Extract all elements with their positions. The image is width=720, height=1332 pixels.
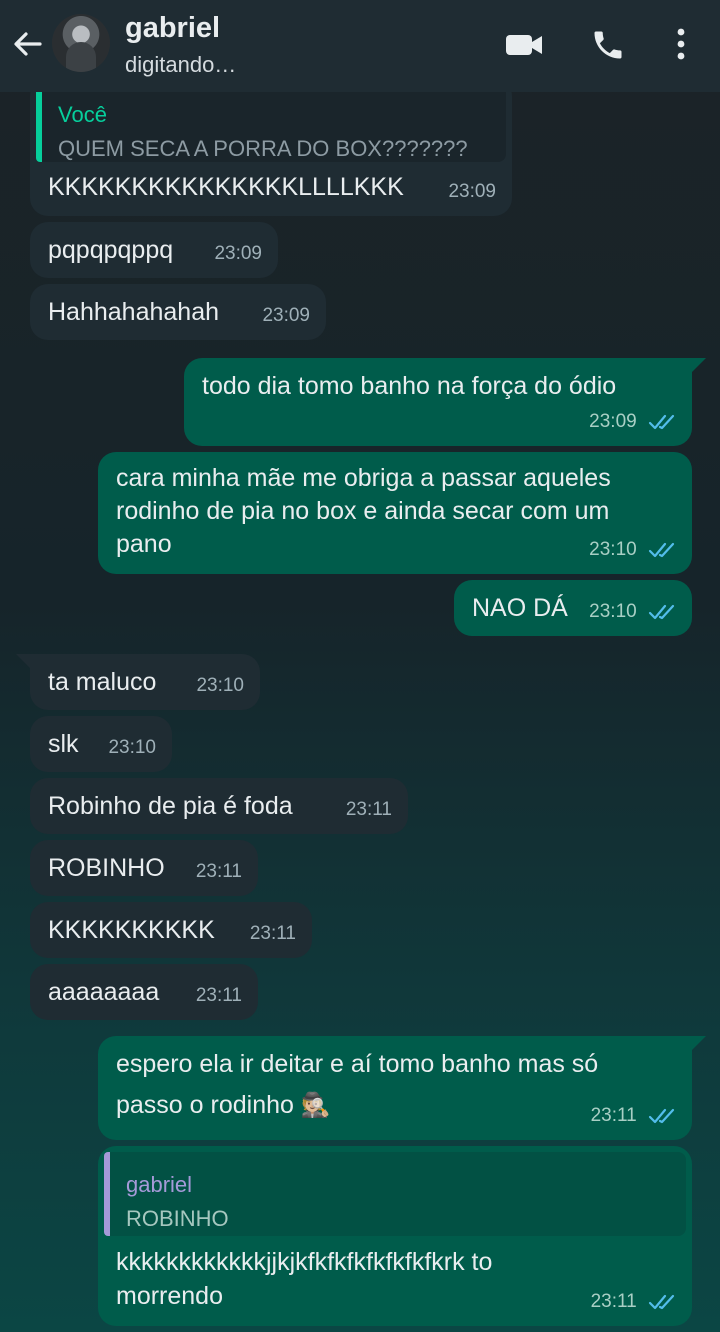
message-bubble-incoming[interactable]: Robinho de pia é foda 23:11 (30, 778, 408, 834)
message-line: rodinho de pia no box e ainda secar com … (116, 497, 610, 525)
message-text: Hahhahahahah (48, 298, 219, 326)
message-bubble-incoming[interactable]: pqpqpqppq 23:09 (30, 222, 278, 278)
message-text: aaaaaaaa (48, 978, 160, 1006)
message-meta: 23:10 (589, 595, 678, 628)
message-time: 23:10 (196, 675, 244, 696)
bubble-tail (692, 358, 706, 372)
message-bubble-outgoing[interactable]: espero ela ir deitar e aí tomo banho mas… (98, 1036, 692, 1140)
message-line: cara minha mãe me obriga a passar aquele… (116, 464, 611, 492)
message-bubble-outgoing[interactable]: gabriel ROBINHO kkkkkkkkkkkkjjkjkfkfkfkf… (98, 1146, 692, 1326)
read-receipt-icon (648, 1294, 675, 1310)
more-options-icon[interactable] (670, 26, 692, 62)
read-receipt-icon (648, 414, 675, 430)
message-meta: 23:09 (589, 405, 678, 438)
quote-bar (104, 1152, 110, 1236)
message-time: 23:11 (249, 923, 296, 944)
message-time: 23:09 (448, 181, 496, 202)
message-bubble-incoming[interactable]: Hahhahahahah 23:09 (30, 284, 326, 340)
message-text: Robinho de pia é foda (48, 792, 293, 820)
message-meta: 23:11 (591, 1285, 678, 1318)
message-time: 23:11 (195, 861, 242, 882)
quote-bar (36, 84, 42, 162)
read-receipt-icon (648, 542, 675, 558)
bubble-tail (692, 1036, 706, 1050)
phone-call-icon[interactable] (590, 27, 626, 63)
message-bubble-incoming[interactable]: aaaaaaaa 23:11 (30, 964, 258, 1020)
message-time: 23:11 (345, 799, 392, 820)
message-bubble-incoming[interactable]: Você QUEM SECA A PORRA DO BOX??????? KKK… (30, 78, 512, 216)
bubble-tail (16, 654, 30, 668)
message-time: 23:09 (214, 243, 262, 264)
message-text: todo dia tomo banho na força do ódio (202, 372, 617, 400)
message-bubble-outgoing[interactable]: NAO DÁ 23:10 (454, 580, 692, 636)
message-bubble-outgoing[interactable]: todo dia tomo banho na força do ódio 23:… (184, 358, 692, 446)
message-text: pqpqpqppq (48, 236, 174, 264)
message-text: slk (48, 730, 79, 758)
back-arrow-icon[interactable] (10, 26, 46, 62)
quoted-message[interactable]: gabriel ROBINHO (104, 1152, 686, 1236)
chat-header: gabriel digitando… (0, 0, 720, 92)
message-time: 23:11 (590, 1105, 637, 1126)
message-bubble-incoming[interactable]: slk 23:10 (30, 716, 172, 772)
quote-text: ROBINHO (126, 1206, 229, 1231)
read-receipt-icon (648, 1108, 675, 1124)
message-line-text: passo o rodinho (116, 1091, 294, 1119)
message-time: 23:11 (590, 1291, 637, 1312)
message-line: morrendo (116, 1282, 223, 1310)
message-time: 23:11 (195, 985, 242, 1006)
message-text: KKKKKKKKKK (48, 916, 215, 944)
message-time: 23:09 (589, 411, 637, 432)
message-line: espero ela ir deitar e aí tomo banho mas… (116, 1050, 599, 1078)
message-line: kkkkkkkkkkkkjjkjkfkfkfkfkfkfkfkrk to (116, 1248, 493, 1276)
quote-author: Você (58, 102, 107, 127)
message-time: 23:10 (108, 737, 156, 758)
message-text: NAO DÁ (472, 594, 568, 622)
detective-emoji-icon: 🕵🏼 (300, 1092, 331, 1119)
avatar[interactable] (52, 14, 110, 72)
message-text: KKKKKKKKKKKKKKKLLLLKKK (48, 173, 404, 201)
quote-author: gabriel (126, 1172, 193, 1197)
message-time: 23:10 (589, 539, 637, 560)
message-bubble-outgoing[interactable]: cara minha mãe me obriga a passar aquele… (98, 452, 692, 574)
quote-text: QUEM SECA A PORRA DO BOX??????? (58, 136, 468, 161)
message-time: 23:10 (589, 601, 637, 622)
video-call-icon[interactable] (504, 30, 544, 60)
typing-status: digitando… (125, 52, 237, 77)
message-bubble-incoming[interactable]: KKKKKKKKKK 23:11 (30, 902, 312, 958)
quoted-message[interactable]: Você QUEM SECA A PORRA DO BOX??????? (36, 84, 506, 162)
message-line: passo o rodinho 🕵🏼 (116, 1089, 331, 1122)
message-bubble-incoming[interactable]: ta maluco 23:10 (30, 654, 260, 710)
message-time: 23:09 (262, 305, 310, 326)
chat-area[interactable]: Você QUEM SECA A PORRA DO BOX??????? KKK… (0, 0, 720, 1332)
contact-name[interactable]: gabriel (125, 12, 220, 45)
message-bubble-incoming[interactable]: ROBINHO 23:11 (30, 840, 258, 896)
message-line: pano (116, 530, 172, 558)
message-text: ta maluco (48, 668, 157, 696)
message-meta: 23:10 (589, 533, 678, 566)
read-receipt-icon (648, 604, 675, 620)
message-text: ROBINHO (48, 854, 165, 882)
message-meta: 23:11 (591, 1099, 678, 1132)
